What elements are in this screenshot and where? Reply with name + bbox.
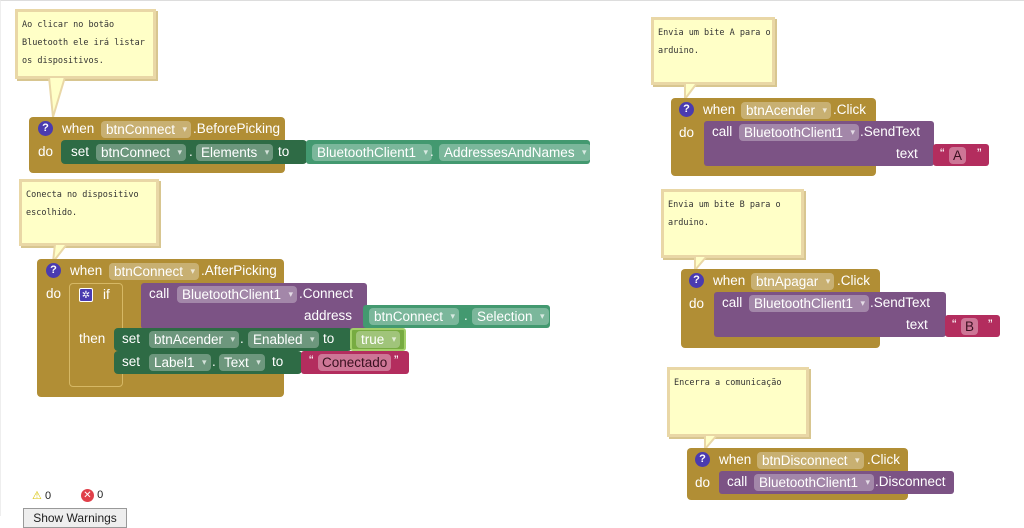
property-dropdown[interactable]: Selection [472,308,549,325]
text-string-block[interactable]: “A” [933,144,989,166]
to-label: to [272,354,284,369]
text-label: text [896,146,918,161]
show-warnings-button[interactable]: Show Warnings [23,508,127,528]
help-icon[interactable]: ? [689,273,704,288]
if-label: if [103,287,110,302]
component-dropdown[interactable]: btnDisconnect [757,452,864,469]
text-string-block[interactable]: “ Conectado ” [301,351,409,374]
call-connect-block[interactable]: call BluetoothClient1 .Connect address [141,283,367,329]
property-dropdown[interactable]: Text [219,354,265,371]
error-icon: ✕ [81,489,94,502]
property-dropdown[interactable]: Elements [196,144,274,161]
text-label: text [906,317,928,332]
method-name: .Disconnect [875,474,946,489]
address-label: address [304,308,353,323]
component-dropdown[interactable]: BluetoothClient1 [754,474,875,491]
component-dropdown[interactable]: BluetoothClient1 [312,144,433,161]
to-label: to [323,331,335,346]
call-label: call [727,474,748,489]
text-string-block[interactable]: “B” [945,315,1000,337]
comment-bubble[interactable]: Conecta no dispositivo escolhido. [19,179,159,246]
do-label: do [38,144,54,159]
help-icon[interactable]: ? [679,102,694,117]
component-dropdown[interactable]: btnConnect [369,308,460,325]
call-label: call [149,286,170,301]
comment-bubble[interactable]: Envia um bite A para o arduino. [651,17,775,85]
method-name: .SendText [860,124,921,139]
property-dropdown[interactable]: AddressesAndNames [439,144,591,161]
do-label: do [679,125,695,140]
call-sendtext-block[interactable]: call BluetoothClient1 .SendText text [704,121,934,166]
true-block[interactable]: true [350,328,406,351]
set-label: set [122,354,141,369]
blocks-workspace[interactable]: Ao clicar no botão Bluetooth ele irá lis… [0,0,1024,528]
getter-block[interactable]: BluetoothClient1 . AddressesAndNames [306,140,591,164]
help-icon[interactable]: ? [695,452,710,467]
gear-icon[interactable]: ✲ [79,288,93,302]
boolean-dropdown[interactable]: true [356,331,401,348]
warning-icon: ⚠ [32,490,42,502]
set-block[interactable]: set Label1 . Text to [114,351,302,374]
when-label: when [62,121,95,136]
method-name: .SendText [870,295,931,310]
event-name: .Click [837,273,870,288]
error-count: 0 [97,489,104,501]
comment-bubble[interactable]: Ao clicar no botão Bluetooth ele irá lis… [15,9,156,79]
when-label: when [713,273,746,288]
do-label: do [695,475,711,490]
comment-bubble[interactable]: Encerra a comunicação [667,367,809,437]
dot: . [464,308,468,323]
component-dropdown[interactable]: btnAcender [741,102,832,119]
comment-tail [47,77,67,118]
event-name: .BeforePicking [193,121,281,136]
property-dropdown[interactable]: Enabled [248,331,319,348]
event-name: .Click [867,452,900,467]
method-name: .Connect [299,286,354,301]
component-dropdown[interactable]: btnConnect [101,121,192,138]
getter-block[interactable]: btnConnect . Selection [363,305,550,328]
call-label: call [722,295,743,310]
help-icon[interactable]: ? [46,263,61,278]
dot: . [212,354,216,369]
component-dropdown[interactable]: btnAcender [149,331,240,348]
component-dropdown[interactable]: btnConnect [96,144,187,161]
dot: . [189,144,193,159]
when-label: when [703,102,736,117]
comment-bubble[interactable]: Envia um bite B para o arduino. [661,189,804,258]
warning-count: 0 [44,490,52,502]
when-label: when [719,452,752,467]
event-name: .AfterPicking [201,263,277,278]
string-field[interactable]: B [961,318,979,335]
do-label: do [689,296,705,311]
set-block[interactable]: set btnAcender . Enabled to [114,328,352,351]
set-label: set [71,144,90,159]
set-block[interactable]: set btnConnect . Elements to [61,140,307,164]
component-dropdown[interactable]: btnApagar [751,273,835,290]
event-name: .Click [833,102,866,117]
call-disconnect-block[interactable]: call BluetoothClient1 .Disconnect [719,471,954,494]
to-label: to [278,144,290,159]
component-dropdown[interactable]: BluetoothClient1 [749,295,870,312]
warning-counter: ⚠ 0 [32,489,51,502]
then-label: then [79,331,106,346]
do-label: do [46,286,62,301]
set-label: set [122,331,141,346]
string-field[interactable]: A [949,147,967,164]
help-icon[interactable]: ? [38,121,53,136]
component-dropdown[interactable]: Label1 [149,354,211,371]
error-counter: ✕ 0 [81,489,103,502]
component-dropdown[interactable]: btnConnect [109,263,200,280]
dot: . [430,144,434,159]
call-label: call [712,124,733,139]
component-dropdown[interactable]: BluetoothClient1 [177,286,298,303]
call-sendtext-block[interactable]: call BluetoothClient1 .SendText text [714,292,946,337]
string-field[interactable]: Conectado [318,354,392,371]
dot: . [240,331,244,346]
when-label: when [70,263,103,278]
component-dropdown[interactable]: BluetoothClient1 [739,124,860,141]
